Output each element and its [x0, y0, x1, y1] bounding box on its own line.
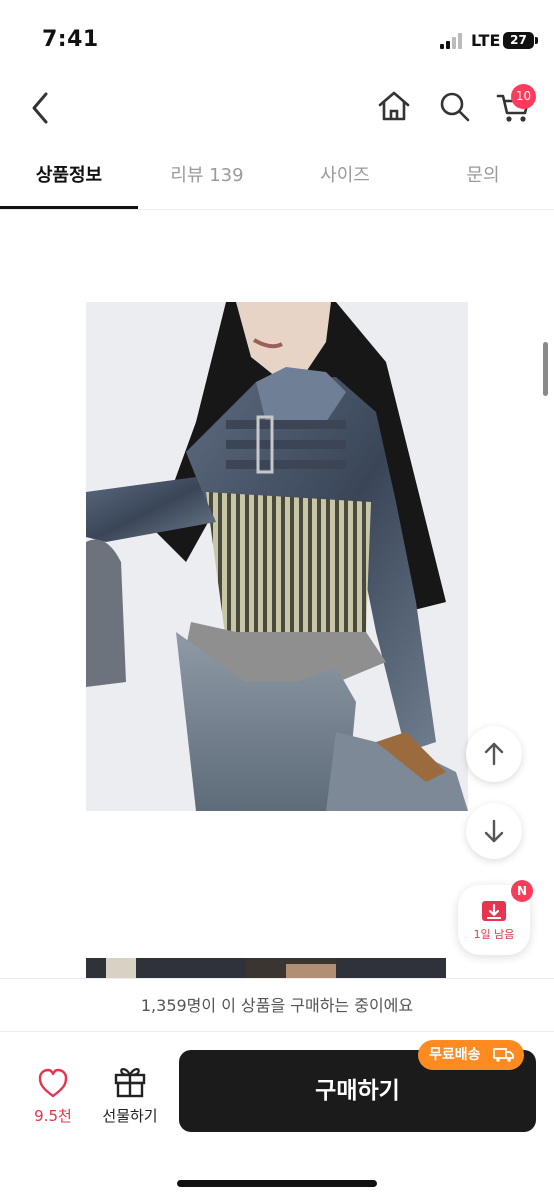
heart-icon — [38, 1068, 68, 1098]
home-icon — [378, 91, 410, 121]
like-button[interactable]: 9.5천 — [24, 1060, 82, 1130]
home-button[interactable] — [374, 86, 414, 126]
truck-icon — [493, 1048, 514, 1062]
scroll-top-button[interactable] — [466, 726, 522, 782]
buying-now-notice: 1,359명이 이 상품을 구매하는 중이에요 — [0, 978, 554, 1032]
gift-label: 선물하기 — [102, 1107, 158, 1125]
free-shipping-badge: 무료배송 — [418, 1040, 524, 1070]
carrier-label: LTE — [471, 31, 501, 50]
home-indicator — [177, 1180, 377, 1187]
chevron-left-icon — [32, 92, 48, 124]
page-scrollbar[interactable] — [543, 342, 548, 396]
gift-icon — [114, 1068, 146, 1098]
tab-reviews[interactable]: 리뷰 139 — [138, 150, 276, 210]
status-time: 7:41 — [42, 27, 99, 52]
new-badge: N — [511, 880, 533, 902]
tab-size[interactable]: 사이즈 — [276, 150, 414, 210]
active-tab-indicator — [0, 206, 138, 209]
back-button[interactable] — [24, 88, 60, 128]
tab-product-info[interactable]: 상품정보 — [0, 150, 138, 210]
product-tabs: 상품정보 리뷰 139 사이즈 문의 — [0, 150, 554, 210]
battery-icon: 27 — [503, 32, 538, 49]
search-button[interactable] — [434, 86, 474, 126]
free-shipping-label: 무료배송 — [429, 1047, 481, 1063]
tab-inquiry[interactable]: 문의 — [414, 150, 552, 210]
coupon-remaining-label: 1일 남음 — [473, 928, 515, 941]
top-nav — [0, 80, 554, 140]
scroll-bottom-button[interactable] — [466, 803, 522, 859]
signal-icon — [440, 33, 464, 49]
gift-button[interactable]: 선물하기 — [94, 1060, 166, 1130]
product-photo-2 — [86, 958, 446, 980]
status-bar: 7:41 LTE 27 — [0, 0, 554, 80]
search-icon — [440, 92, 470, 122]
arrow-up-icon — [484, 742, 504, 766]
like-count: 9.5천 — [34, 1107, 72, 1125]
product-photo — [86, 302, 468, 811]
arrow-down-icon — [484, 819, 504, 843]
cart-count-badge: 10 — [511, 84, 536, 109]
